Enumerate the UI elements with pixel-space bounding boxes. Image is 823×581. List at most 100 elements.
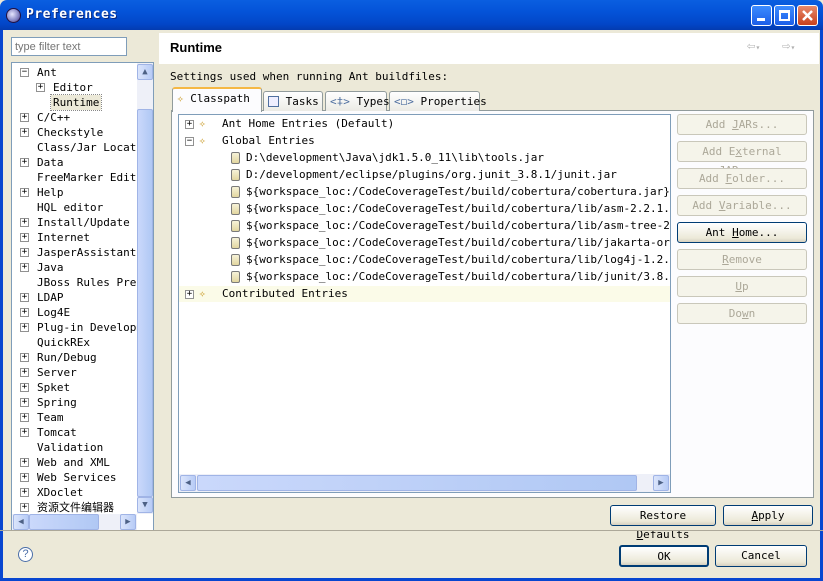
classpath-jar-entry[interactable]: ${workspace_loc:/CodeCoverageTest/build/…: [179, 218, 670, 234]
apply-button[interactable]: Apply: [723, 505, 813, 526]
expand-icon[interactable]: +: [20, 218, 29, 227]
expand-icon[interactable]: +: [20, 383, 29, 392]
expand-icon[interactable]: +: [185, 290, 194, 299]
scroll-thumb[interactable]: [137, 109, 153, 497]
tree-item[interactable]: + XDoclet: [12, 485, 137, 500]
tree-item[interactable]: + Web Services: [12, 470, 137, 485]
forward-button[interactable]: ⇨▾: [782, 38, 795, 54]
classpath-jar-entry[interactable]: ${workspace_loc:/CodeCoverageTest/build/…: [179, 184, 670, 200]
scroll-left-button[interactable]: ◀: [13, 514, 29, 530]
classpath-jar-entry[interactable]: ${workspace_loc:/CodeCoverageTest/build/…: [179, 201, 670, 217]
expand-icon[interactable]: +: [185, 120, 194, 129]
collapse-icon[interactable]: −: [185, 137, 194, 146]
expand-icon[interactable]: +: [20, 128, 29, 137]
add-jars-button[interactable]: Add JARs...: [677, 114, 807, 135]
up-button[interactable]: Up: [677, 276, 807, 297]
tab-types[interactable]: <‡> Types: [325, 91, 390, 111]
classpath-jar-entry[interactable]: ${workspace_loc:/CodeCoverageTest/build/…: [179, 269, 670, 285]
tree-horizontal-scrollbar[interactable]: ◀ ▶: [12, 514, 137, 530]
help-icon[interactable]: ?: [18, 547, 33, 562]
scroll-down-button[interactable]: ▼: [137, 497, 153, 513]
h-scroll-thumb[interactable]: [29, 514, 99, 530]
back-button[interactable]: ⇦▾: [747, 38, 760, 54]
window-titlebar[interactable]: Preferences: [0, 0, 823, 30]
remove-button[interactable]: Remove: [677, 249, 807, 270]
expand-icon[interactable]: +: [20, 413, 29, 422]
tree-item[interactable]: + C/C++: [12, 110, 137, 125]
expand-icon[interactable]: +: [20, 263, 29, 272]
expand-icon[interactable]: +: [20, 158, 29, 167]
tree-item[interactable]: + Data: [12, 155, 137, 170]
scroll-right-button[interactable]: ▶: [653, 475, 669, 491]
tree-item[interactable]: + Spket: [12, 380, 137, 395]
tree-item[interactable]: + Team: [12, 410, 137, 425]
down-button[interactable]: Down: [677, 303, 807, 324]
expand-icon[interactable]: +: [20, 308, 29, 317]
classpath-horizontal-scrollbar[interactable]: ◀ ▶: [179, 474, 670, 492]
tab-properties[interactable]: <◻> Properties: [389, 91, 487, 111]
tree-item[interactable]: + Plug-in Developme: [12, 320, 150, 335]
add-external-jars-button[interactable]: Add External JARs...: [677, 141, 807, 177]
tree-item[interactable]: JBoss Rules Prefe: [12, 275, 150, 290]
tree-item[interactable]: + 资源文件编辑器: [12, 500, 137, 515]
expand-icon[interactable]: +: [20, 473, 29, 482]
tree-item[interactable]: FreeMarker Editor: [12, 170, 150, 185]
h-scroll-thumb[interactable]: [197, 475, 637, 491]
tree-item[interactable]: + Server: [12, 365, 137, 380]
expand-icon[interactable]: +: [20, 398, 29, 407]
classpath-jar-entry[interactable]: D:/development/eclipse/plugins/org.junit…: [179, 167, 670, 183]
tree-item[interactable]: HQL editor: [12, 200, 137, 215]
tree-item[interactable]: + JasperAssistant: [12, 245, 137, 260]
scroll-up-button[interactable]: ▲: [137, 64, 153, 80]
tree-item[interactable]: + Java: [12, 260, 137, 275]
preference-tree[interactable]: − Ant + Editor Runtime + C/C++ + Checkstyle Class…: [11, 62, 154, 531]
tree-item[interactable]: + Internet: [12, 230, 137, 245]
restore-defaults-button[interactable]: Restore Defaults: [610, 505, 716, 541]
classpath-jar-entry[interactable]: ${workspace_loc:/CodeCoverageTest/build/…: [179, 235, 670, 251]
add-variable-button[interactable]: Add Variable...: [677, 195, 807, 216]
tree-item[interactable]: + Editor: [12, 80, 137, 95]
tree-item[interactable]: Runtime: [12, 94, 137, 111]
scroll-left-button[interactable]: ◀: [180, 475, 196, 491]
expand-icon[interactable]: +: [20, 428, 29, 437]
expand-icon[interactable]: +: [36, 83, 45, 92]
tree-item[interactable]: + Checkstyle: [12, 125, 137, 140]
expand-icon[interactable]: +: [20, 113, 29, 122]
classpath-tree[interactable]: + ✧ Ant Home Entries (Default) − ✧ Global Ent…: [178, 114, 671, 493]
collapse-icon[interactable]: −: [20, 68, 29, 77]
classpath-jar-entry[interactable]: D:\development\Java\jdk1.5.0_11\lib\tool…: [179, 150, 670, 166]
expand-icon[interactable]: +: [20, 233, 29, 242]
cancel-button[interactable]: Cancel: [715, 545, 807, 567]
expand-icon[interactable]: +: [20, 293, 29, 302]
tree-item[interactable]: + LDAP: [12, 290, 137, 305]
expand-icon[interactable]: +: [20, 248, 29, 257]
classpath-group[interactable]: + ✧ Ant Home Entries (Default): [179, 116, 670, 132]
expand-icon[interactable]: +: [20, 368, 29, 377]
expand-icon[interactable]: +: [20, 488, 29, 497]
ok-button[interactable]: OK: [619, 545, 709, 567]
tree-item[interactable]: Class/Jar Locator: [12, 140, 150, 155]
ant-home-button[interactable]: Ant Home...: [677, 222, 807, 243]
tree-item[interactable]: + Spring: [12, 395, 137, 410]
tree-vertical-scrollbar[interactable]: ▲ ▼: [137, 63, 153, 514]
tree-item[interactable]: + Log4E: [12, 305, 137, 320]
tree-item[interactable]: + Install/Update: [12, 215, 137, 230]
tab-tasks[interactable]: Tasks: [263, 91, 323, 111]
classpath-group[interactable]: − ✧ Global Entries: [179, 133, 670, 149]
scroll-right-button[interactable]: ▶: [120, 514, 136, 530]
tree-item[interactable]: + Run/Debug: [12, 350, 137, 365]
tree-item[interactable]: + Tomcat: [12, 425, 137, 440]
classpath-jar-entry[interactable]: ${workspace_loc:/CodeCoverageTest/build/…: [179, 252, 670, 268]
close-button[interactable]: [797, 5, 818, 26]
filter-input[interactable]: [11, 37, 127, 56]
expand-icon[interactable]: +: [20, 353, 29, 362]
expand-icon[interactable]: +: [20, 323, 29, 332]
expand-icon[interactable]: +: [20, 503, 29, 512]
tree-item[interactable]: − Ant: [12, 65, 137, 80]
tab-classpath[interactable]: ✧ Classpath: [172, 87, 262, 112]
classpath-group[interactable]: + ✧ Contributed Entries: [179, 286, 670, 302]
tree-item[interactable]: QuickREx: [12, 335, 137, 350]
add-folder-button[interactable]: Add Folder...: [677, 168, 807, 189]
tree-item[interactable]: + Help: [12, 185, 137, 200]
tree-item[interactable]: + Web and XML: [12, 455, 137, 470]
